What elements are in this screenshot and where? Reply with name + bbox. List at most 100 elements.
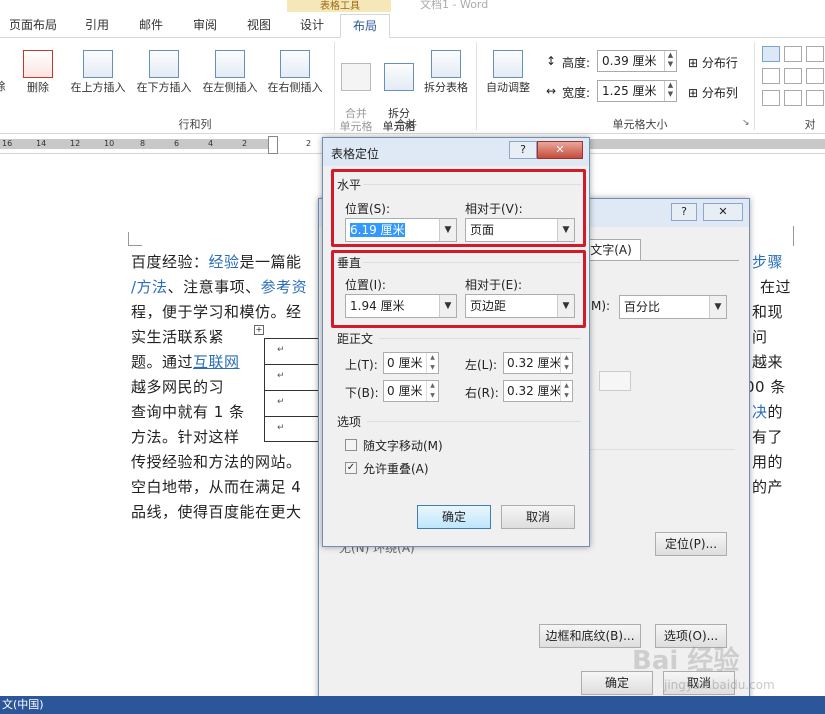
distribute-cols-label: 分布列 [701,86,738,100]
doc-line-right[interactable]: 步骤 [752,251,783,272]
distance-left-value: 0.32 厘米 [507,356,562,370]
close-icon[interactable]: ✕ [703,203,743,221]
group-label-merge: 合并 [395,118,417,131]
horizontal-highlight-box [331,169,586,247]
group-label-align: 对 [804,118,816,131]
ok-button[interactable]: 确定 [417,505,491,529]
width-value: 1.25 厘米 [602,84,657,98]
dialog-title: 表格定位 [331,147,380,161]
insert-below-button[interactable]: 在下方插入 [132,50,196,94]
align-bottom-center-icon[interactable] [784,90,802,106]
tab-design[interactable]: 设计 [290,14,334,38]
align-middle-left-icon[interactable] [762,68,780,84]
insert-column-left-icon [215,50,245,78]
document-table[interactable]: ↵ ↵ ↵ ↵ [264,338,324,442]
width-spinner[interactable]: ▲ ▼ [664,81,676,101]
align-bottom-left-icon[interactable] [762,90,780,106]
position-button[interactable]: 定位(P)... [655,532,727,556]
tab-text[interactable]: 文字(A) [581,239,641,261]
tab-review[interactable]: 审阅 [182,14,228,38]
language-status[interactable]: 文(中国) [2,698,44,711]
options-heading: 选项 [337,415,362,429]
distance-right-input[interactable]: 0.32 厘米 ▲ ▼ [503,380,573,402]
doc-line: 方法。针对这样 [131,428,240,446]
distance-left-spinner[interactable]: ▲ ▼ [560,353,572,373]
alignment-grid[interactable] [762,46,825,112]
cell-end-mark-icon: ↵ [277,397,285,407]
split-table-button[interactable]: 拆分表格 [420,50,472,94]
ruler-number: 16 [2,139,13,148]
autofit-button[interactable]: 自动调整 [480,50,536,94]
tab-view[interactable]: 视图 [236,14,282,38]
group-separator [476,42,477,130]
doc-line-right: 决的 [752,403,784,421]
doc-line: 程，便于学习和模仿。经 [131,303,302,321]
tab-mailings[interactable]: 邮件 [128,14,174,38]
distance-top-input[interactable]: 0 厘米 ▲ ▼ [383,352,439,374]
ruler-number: 2 [242,139,248,148]
align-top-center-icon[interactable] [784,46,802,62]
width-icon: ↔ [546,84,557,98]
distribute-cols-icon: ⊞ [688,86,702,100]
doc-line: 品线，使得百度能在更大 [131,503,302,521]
insert-row-above-icon [83,50,113,78]
distance-top-spinner[interactable]: ▲ ▼ [426,353,438,373]
delete-table-icon [23,50,53,78]
ribbon-tab-bar [0,0,825,38]
insert-above-button[interactable]: 在上方插入 [66,50,130,94]
allow-overlap-label[interactable]: 允许重叠(A) [363,460,429,477]
distance-bottom-label: 下(B): [345,386,379,400]
cancel-button[interactable]: 取消 [501,505,575,529]
height-spinner[interactable]: ▲ ▼ [664,51,676,71]
indent-marker[interactable] [268,136,278,154]
measure-unit-select[interactable]: 百分比 ▼ [619,295,727,319]
align-top-left-icon[interactable] [762,46,780,62]
tab-page-layout[interactable]: 页面布局 [4,14,62,38]
table-row-divider [265,390,323,391]
close-icon[interactable]: ✕ [537,141,583,159]
tab-layout[interactable]: 布局 [340,14,390,38]
width-input[interactable]: 1.25 厘米 ▲ ▼ [597,80,677,102]
ribbon-panel: 除 删除 在上方插入 在下方插入 在左侧插入 在右侧插入 行和列 合并 单元格 … [0,38,825,134]
align-bottom-right-icon[interactable] [806,90,824,106]
cell-size-launcher-icon[interactable]: ↘ [742,118,750,128]
distance-left-input[interactable]: 0.32 厘米 ▲ ▼ [503,352,573,374]
delete-button[interactable]: 删除 [20,50,56,94]
help-icon[interactable]: ? [509,141,537,159]
insert-right-button[interactable]: 在右侧插入 [262,50,328,94]
tab-references[interactable]: 引用 [74,14,120,38]
insert-left-button[interactable]: 在左侧插入 [198,50,262,94]
doc-line: 传授经验和方法的网站。 [131,453,302,471]
height-input[interactable]: 0.39 厘米 ▲ ▼ [597,50,677,72]
borders-shading-button[interactable]: 边框和底纹(B)... [539,624,641,648]
ruler-number: 2 [306,139,312,148]
ruler-text-area [270,139,330,149]
doc-line: 越多网民的习 [131,378,225,396]
distance-bottom-value: 0 厘米 [387,384,423,398]
status-bar: 文(中国) [0,696,825,714]
move-with-text-checkbox[interactable] [345,439,357,451]
distance-left-label: 左(L): [465,358,498,372]
ruler-number: 14 [36,139,47,148]
distance-bottom-input[interactable]: 0 厘米 ▲ ▼ [383,380,439,402]
width-label: 宽度: [562,86,591,100]
group-separator [754,42,755,130]
autofit-icon [493,50,523,78]
distribute-cols-button[interactable]: ⊞ 分布列 [688,84,738,101]
distribute-rows-button[interactable]: ⊞ 分布行 [688,54,738,71]
table-tools-label: 表格工具 [320,1,360,12]
distribute-rows-icon: ⊞ [688,56,702,70]
table-move-handle-icon[interactable]: + [254,325,264,335]
ruler-number: 12 [70,139,81,148]
align-middle-right-icon[interactable] [806,68,824,84]
help-icon[interactable]: ? [671,203,697,221]
move-with-text-label[interactable]: 随文字移动(M) [363,437,443,454]
watermark-url: jingyan.baidu.com [664,678,775,692]
distance-right-spinner[interactable]: ▲ ▼ [560,381,572,401]
align-middle-center-icon[interactable] [784,68,802,84]
align-top-right-icon[interactable] [806,46,824,62]
insert-column-right-icon [280,50,310,78]
allow-overlap-checkbox[interactable]: ✓ [345,462,357,474]
distance-bottom-spinner[interactable]: ▲ ▼ [426,381,438,401]
cell-end-mark-icon: ↵ [277,423,285,433]
